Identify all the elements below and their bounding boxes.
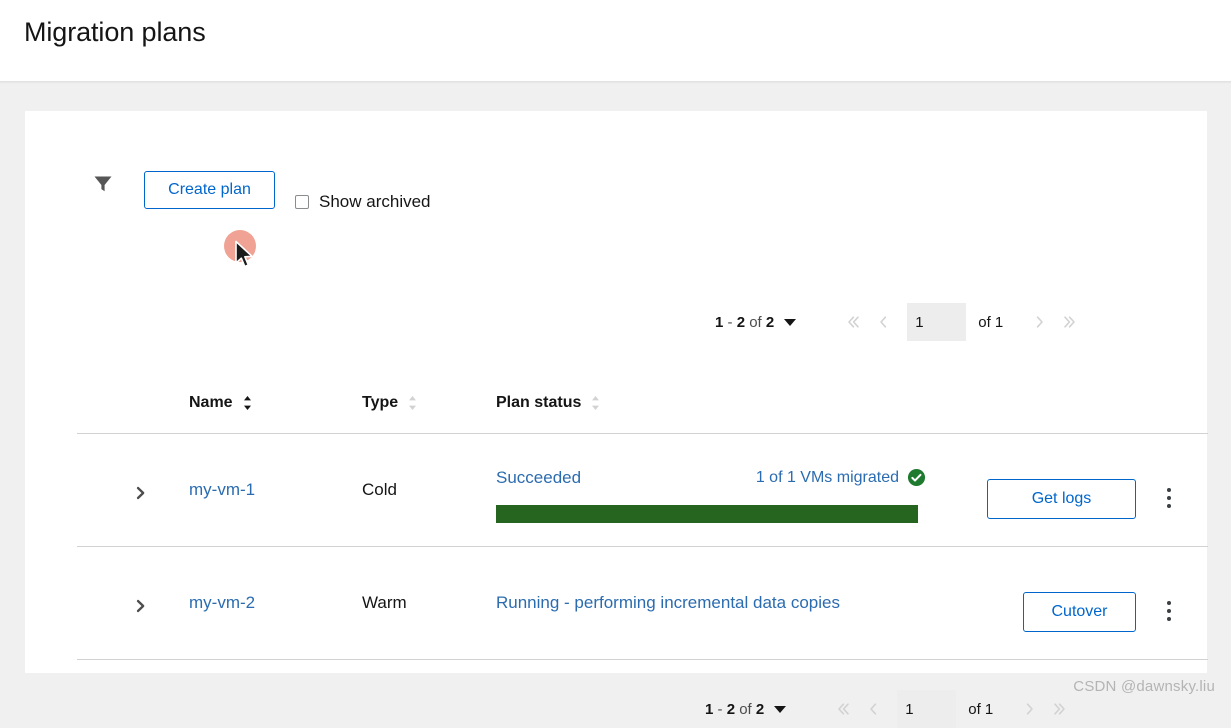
cutover-button[interactable]: Cutover (1023, 592, 1136, 632)
pagination-summary-top: 1 - 2 of 2 (715, 314, 774, 331)
table-header-row: Name Type Plan status (77, 376, 1208, 434)
page-total-label-bottom: of 1 (968, 700, 994, 718)
range-of: of (745, 313, 766, 331)
plan-type-value: Cold (362, 480, 397, 499)
migration-plans-table: Name Type Plan status my-vm-1 Cold Succe… (77, 376, 1208, 660)
page-number-input[interactable] (897, 690, 957, 728)
range-total: 2 (755, 700, 765, 718)
plan-status-line: Running - performing incremental data co… (496, 593, 926, 617)
check-circle-icon (907, 468, 926, 487)
plan-status-link[interactable]: Succeeded (496, 468, 581, 488)
plan-type-value: Warm (362, 593, 407, 612)
page-total-label-top: of 1 (978, 313, 1004, 331)
sort-icon-inactive[interactable] (407, 395, 418, 411)
kebab-dot (1167, 488, 1171, 492)
column-header-plan-status[interactable]: Plan status (496, 394, 601, 412)
per-page-dropdown-caret-icon[interactable] (774, 705, 787, 713)
column-header-plan-status-label: Plan status (496, 394, 582, 411)
range-dash: - (713, 700, 727, 718)
plan-status-progress-summary: 1 of 1 VMs migrated (756, 468, 926, 487)
kebab-menu-icon[interactable] (1155, 478, 1183, 518)
show-archived-label: Show archived (319, 192, 431, 211)
vms-migrated-count: 1 of 1 VMs migrated (755, 468, 899, 486)
column-header-name[interactable]: Name (189, 394, 253, 412)
table-row: my-vm-2 Warm Running - performing increm… (77, 547, 1208, 660)
kebab-menu-icon[interactable] (1155, 591, 1183, 631)
column-header-name-label: Name (189, 394, 233, 411)
range-of: of (735, 700, 756, 718)
get-logs-button[interactable]: Get logs (987, 479, 1136, 519)
pagination-top: 1 - 2 of 2 of 1 (715, 303, 1085, 341)
pagination-nav-right-top (1025, 307, 1085, 337)
migration-plans-card: Create plan Show archived 1 - 2 of 2 of … (25, 111, 1208, 728)
show-archived-checkbox[interactable]: Show archived (295, 193, 431, 210)
chevron-right-icon[interactable] (1015, 694, 1045, 724)
filter-funnel-icon[interactable] (87, 168, 119, 200)
table-toolbar: Create plan Show archived (25, 111, 1207, 226)
kebab-dot (1167, 601, 1171, 605)
create-plan-button[interactable]: Create plan (144, 171, 275, 209)
chevron-double-right-icon[interactable] (1055, 307, 1085, 337)
header-divider-shadow (0, 81, 1231, 84)
pagination-bottom: 1 - 2 of 2 of 1 (705, 690, 1075, 728)
pagination-summary-bottom: 1 - 2 of 2 (705, 701, 764, 718)
range-end: 2 (736, 313, 746, 331)
plan-progress-bar (496, 505, 918, 523)
plan-status-cell: Running - performing incremental data co… (496, 593, 926, 617)
chevron-double-right-icon[interactable] (1045, 694, 1075, 724)
kebab-dot (1167, 496, 1171, 500)
chevron-right-icon[interactable] (129, 594, 153, 618)
pagination-nav-bottom: of 1 (828, 690, 1075, 728)
chevron-left-icon[interactable] (868, 307, 898, 337)
page-header: Migration plans (0, 0, 1231, 81)
pagination-nav-top: of 1 (838, 303, 1085, 341)
column-header-type[interactable]: Type (362, 394, 418, 412)
plan-progress-fill (496, 505, 918, 523)
plan-status-cell: Succeeded 1 of 1 VMs migrated (496, 468, 926, 523)
sort-icon-inactive[interactable] (590, 395, 601, 411)
chevron-right-icon[interactable] (129, 481, 153, 505)
plan-status-link[interactable]: Running - performing incremental data co… (496, 593, 840, 613)
chevron-right-icon[interactable] (1025, 307, 1055, 337)
plan-name-link[interactable]: my-vm-1 (189, 480, 255, 500)
range-dash: - (723, 313, 737, 331)
table-row: my-vm-1 Cold Succeeded 1 of 1 VMs migrat… (77, 434, 1208, 547)
chevron-double-left-icon[interactable] (838, 307, 868, 337)
kebab-dot (1167, 617, 1171, 621)
watermark: CSDN @dawnsky.liu (1073, 678, 1215, 695)
checkbox-box[interactable] (295, 194, 309, 209)
pagination-nav-right-bottom (1015, 694, 1075, 724)
kebab-dot (1167, 609, 1171, 613)
sort-icon-active[interactable] (242, 395, 253, 411)
chevron-double-left-icon[interactable] (828, 694, 858, 724)
chevron-left-icon[interactable] (858, 694, 888, 724)
plan-status-line: Succeeded 1 of 1 VMs migrated (496, 468, 926, 492)
column-header-type-label: Type (362, 394, 399, 411)
kebab-dot (1167, 504, 1171, 508)
page-number-input[interactable] (907, 303, 967, 341)
range-total: 2 (765, 313, 775, 331)
page-title: Migration plans (24, 17, 206, 47)
plan-name-link[interactable]: my-vm-2 (189, 593, 255, 613)
range-end: 2 (726, 700, 736, 718)
per-page-dropdown-caret-icon[interactable] (784, 318, 797, 326)
